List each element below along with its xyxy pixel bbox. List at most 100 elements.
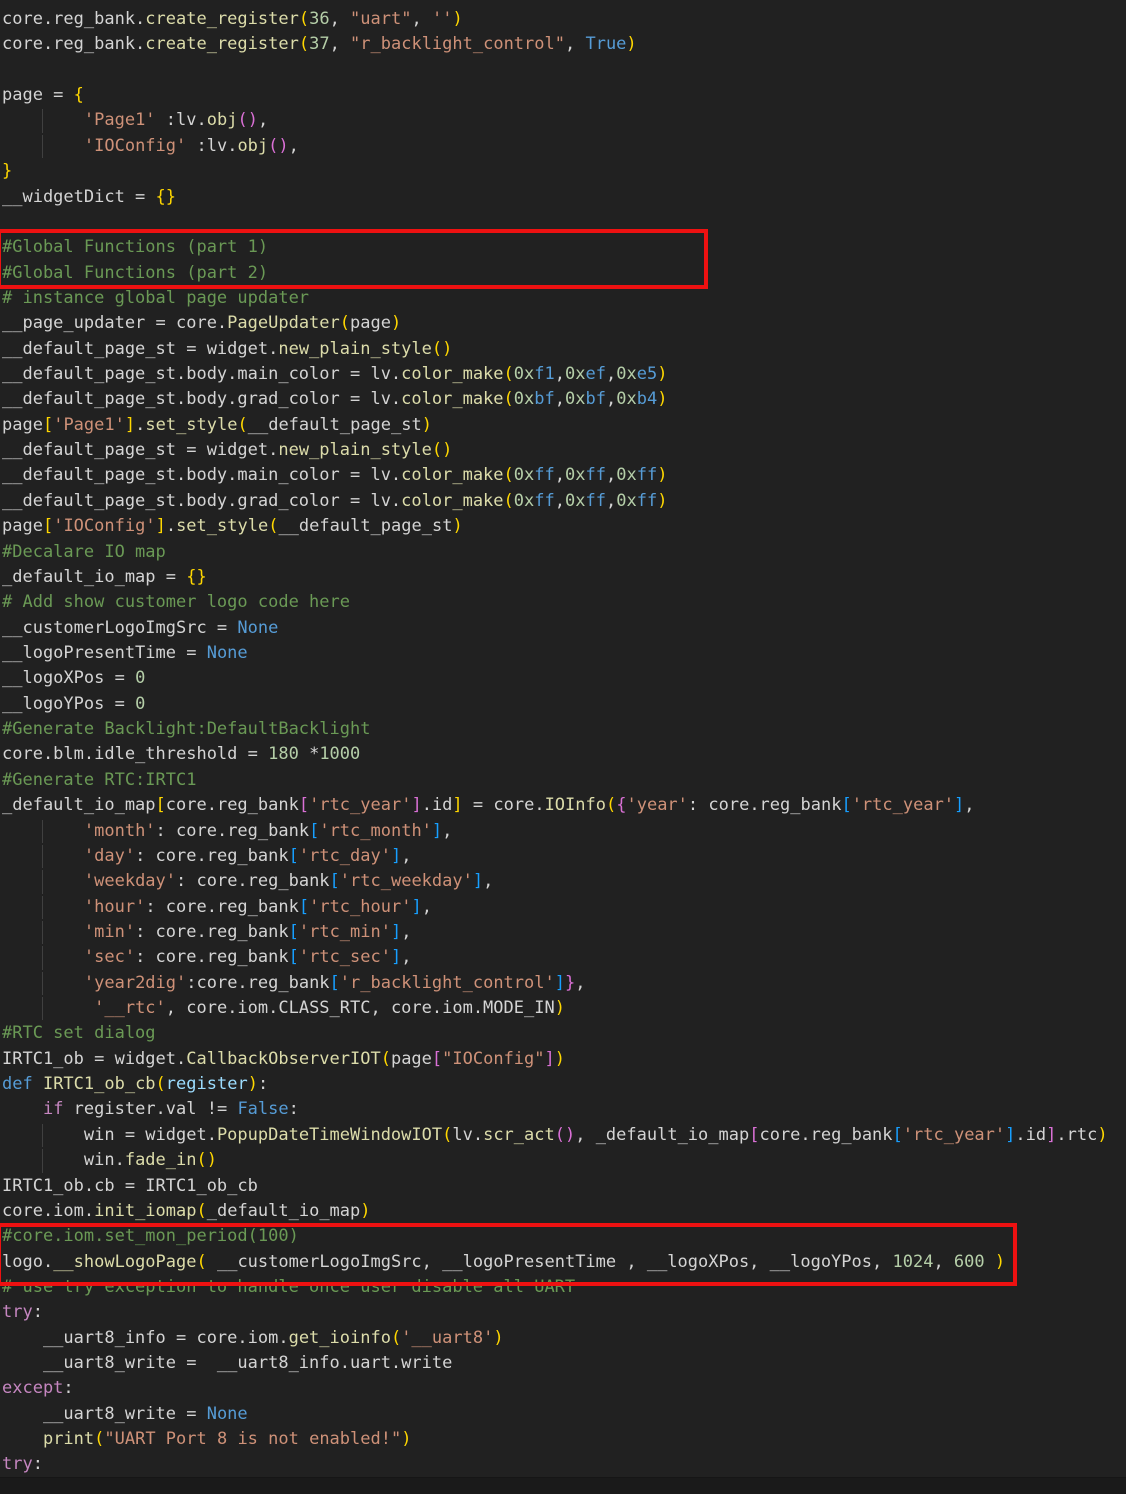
code-line[interactable]: page['Page1'].set_style(__default_page_s…: [0, 413, 1126, 438]
code-token: #Global Functions (part 2): [2, 263, 268, 283]
code-line[interactable]: #Global Functions (part 1): [0, 235, 1126, 260]
code-line[interactable]: __widgetDict = {}: [0, 185, 1126, 210]
code-line[interactable]: try:: [0, 1452, 1126, 1477]
code-token: ff: [534, 465, 554, 485]
code-token: 0x: [565, 364, 585, 384]
code-line[interactable]: __logoYPos = 0: [0, 692, 1126, 717]
code-token: ): [493, 1328, 503, 1348]
code-token: try: [2, 1302, 33, 1322]
code-line[interactable]: 'min': core.reg_bank['rtc_min'],: [0, 920, 1126, 945]
code-editor[interactable]: core.reg_bank.create_register(36, "uart"…: [0, 0, 1126, 1494]
code-line[interactable]: def IRTC1_ob_cb(register):: [0, 1072, 1126, 1097]
code-line[interactable]: core.reg_bank.create_register(36, "uart"…: [0, 7, 1126, 32]
code-token: ): [391, 313, 401, 333]
code-line[interactable]: # use try exception to handle once user …: [0, 1275, 1126, 1300]
code-line[interactable]: __logoPresentTime = None: [0, 641, 1126, 666]
code-token: except: [2, 1378, 63, 1398]
code-token: (: [196, 1252, 206, 1272]
code-line[interactable]: #RTC set dialog: [0, 1021, 1126, 1046]
code-token: ,: [555, 389, 565, 409]
code-token: __logoXPos =: [2, 668, 135, 688]
code-token: 'rtc_sec': [299, 947, 391, 967]
code-line[interactable]: __default_page_st.body.main_color = lv.c…: [0, 362, 1126, 387]
code-line[interactable]: #Decalare IO map: [0, 540, 1126, 565]
code-line[interactable]: '__rtc', core.iom.CLASS_RTC, core.iom.MO…: [0, 996, 1126, 1021]
code-token: 'year2dig': [84, 973, 186, 993]
code-token: ,: [606, 491, 616, 511]
code-line[interactable]: [0, 58, 1126, 83]
code-token: [: [330, 973, 340, 993]
code-token: ,: [330, 34, 350, 54]
code-line[interactable]: 'IOConfig' :lv.obj(),: [0, 134, 1126, 159]
code-line[interactable]: if register.val != False:: [0, 1097, 1126, 1122]
code-token: (: [268, 516, 278, 536]
code-token: ): [657, 491, 667, 511]
code-line[interactable]: 'month': core.reg_bank['rtc_month'],: [0, 819, 1126, 844]
code-line[interactable]: _default_io_map = {}: [0, 565, 1126, 590]
code-line[interactable]: __default_page_st.body.grad_color = lv.c…: [0, 489, 1126, 514]
code-line[interactable]: 'sec': core.reg_bank['rtc_sec'],: [0, 945, 1126, 970]
code-line[interactable]: logo.__showLogoPage( __customerLogoImgSr…: [0, 1250, 1126, 1275]
code-token: ]: [411, 795, 421, 815]
code-line[interactable]: 'hour': core.reg_bank['rtc_hour'],: [0, 895, 1126, 920]
code-line[interactable]: _default_io_map[core.reg_bank['rtc_year'…: [0, 793, 1126, 818]
code-line[interactable]: page = {: [0, 83, 1126, 108]
code-token: ,: [606, 364, 616, 384]
code-line[interactable]: __default_page_st.body.main_color = lv.c…: [0, 463, 1126, 488]
code-token: ,: [555, 491, 565, 511]
code-token: [: [43, 516, 53, 536]
code-line[interactable]: __uart8_info = core.iom.get_ioinfo('__ua…: [0, 1326, 1126, 1351]
code-line[interactable]: 'weekday': core.reg_bank['rtc_weekday'],: [0, 869, 1126, 894]
code-line[interactable]: # instance global page updater: [0, 286, 1126, 311]
code-token: 'hour': [84, 897, 145, 917]
code-line[interactable]: # Add show customer logo code here: [0, 590, 1126, 615]
code-line[interactable]: win = widget.PopupDateTimeWindowIOT(lv.s…: [0, 1123, 1126, 1148]
code-token: ,: [575, 973, 585, 993]
code-line[interactable]: }: [0, 159, 1126, 184]
code-line[interactable]: core.iom.init_iomap(_default_io_map): [0, 1199, 1126, 1224]
code-token: PageUpdater: [227, 313, 340, 333]
code-token: ]: [391, 922, 401, 942]
code-token: [: [156, 795, 166, 815]
code-token: 0x: [616, 491, 636, 511]
code-line[interactable]: 'Page1' :lv.obj(),: [0, 108, 1126, 133]
code-line[interactable]: __default_page_st = widget.new_plain_sty…: [0, 337, 1126, 362]
code-line[interactable]: #Global Functions (part 2): [0, 261, 1126, 286]
code-token: ff: [534, 491, 554, 511]
code-token: (: [299, 34, 309, 54]
code-line[interactable]: core.reg_bank.create_register(37, "r_bac…: [0, 32, 1126, 57]
code-line[interactable]: __default_page_st.body.grad_color = lv.c…: [0, 387, 1126, 412]
code-line[interactable]: [0, 210, 1126, 235]
code-line[interactable]: try:: [0, 1300, 1126, 1325]
code-line[interactable]: #core.iom.set_mon_period(100): [0, 1224, 1126, 1249]
code-line[interactable]: 'year2dig':core.reg_bank['r_backlight_co…: [0, 971, 1126, 996]
code-line[interactable]: __page_updater = core.PageUpdater(page): [0, 311, 1126, 336]
code-line[interactable]: __default_page_st = widget.new_plain_sty…: [0, 438, 1126, 463]
code-line[interactable]: #Generate Backlight:DefaultBacklight: [0, 717, 1126, 742]
code-token: (: [381, 1049, 391, 1069]
code-token: ]: [156, 516, 166, 536]
code-line[interactable]: except:: [0, 1376, 1126, 1401]
code-line[interactable]: #Generate RTC:IRTC1: [0, 768, 1126, 793]
code-token: PopupDateTimeWindowIOT: [217, 1125, 442, 1145]
code-line[interactable]: print("UART Port 8 is not enabled!"): [0, 1427, 1126, 1452]
code-token: [: [289, 947, 299, 967]
code-token: ): [555, 1049, 565, 1069]
code-line[interactable]: win.fade_in(): [0, 1148, 1126, 1173]
code-token: (: [156, 1074, 166, 1094]
code-line[interactable]: __uart8_write = __uart8_info.uart.write: [0, 1351, 1126, 1376]
code-line[interactable]: __uart8_write = None: [0, 1402, 1126, 1427]
indent-guide: [42, 870, 43, 893]
code-line[interactable]: page['IOConfig'].set_style(__default_pag…: [0, 514, 1126, 539]
code-line[interactable]: IRTC1_ob = widget.CallbackObserverIOT(pa…: [0, 1047, 1126, 1072]
code-token: ): [360, 1201, 370, 1221]
code-line[interactable]: IRTC1_ob.cb = IRTC1_ob_cb: [0, 1174, 1126, 1199]
code-token: :lv.: [186, 136, 237, 156]
code-token: bf: [534, 389, 554, 409]
code-line[interactable]: core.blm.idle_threshold = 180 *1000: [0, 742, 1126, 767]
code-line[interactable]: __customerLogoImgSrc = None: [0, 616, 1126, 641]
code-line[interactable]: 'day': core.reg_bank['rtc_day'],: [0, 844, 1126, 869]
code-area[interactable]: core.reg_bank.create_register(36, "uart"…: [0, 7, 1126, 1478]
code-line[interactable]: __logoXPos = 0: [0, 666, 1126, 691]
code-token: :: [63, 1378, 73, 1398]
